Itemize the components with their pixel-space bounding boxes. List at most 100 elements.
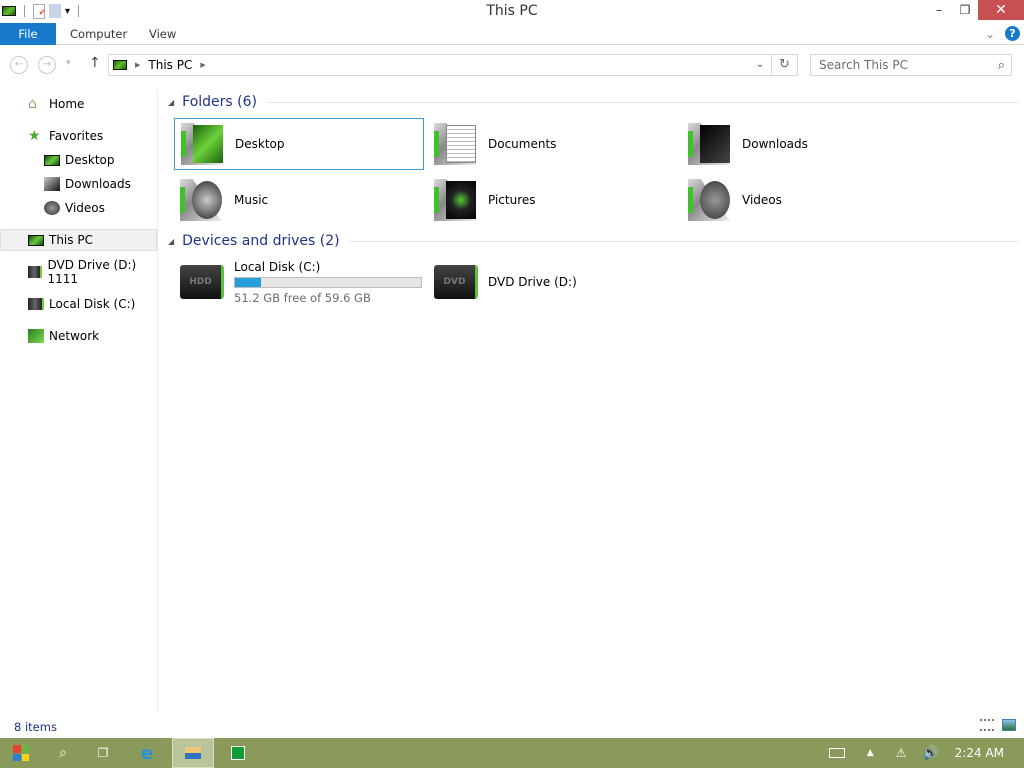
music-folder-icon	[178, 177, 224, 223]
address-bar[interactable]: ▶ This PC ▶ ⌄	[108, 54, 772, 76]
sidebar-item-favorites[interactable]: ★ Favorites	[0, 125, 157, 147]
folder-pictures[interactable]: Pictures	[428, 174, 678, 226]
sidebar-item-label: Home	[49, 97, 85, 111]
drive-name: DVD Drive (D:)	[488, 275, 577, 289]
navigation-pane: ⌂ Home ★ Favorites Desktop Downloads Vid…	[0, 90, 158, 712]
internet-explorer-icon[interactable]: e	[126, 738, 168, 768]
downloads-folder-icon	[686, 121, 732, 167]
search-input[interactable]	[819, 58, 979, 72]
star-icon: ★	[28, 128, 41, 144]
tab-computer[interactable]: Computer	[70, 23, 127, 45]
help-icon[interactable]: ?	[1005, 26, 1020, 41]
sidebar-item-desktop[interactable]: Desktop	[0, 149, 157, 171]
windows-logo-icon	[13, 745, 29, 761]
close-button[interactable]: ✕	[978, 0, 1024, 20]
system-tray: ▲ ⚠ 🔊 2:24 AM	[828, 738, 1024, 768]
group-header-devices[interactable]: ◢ Devices and drives (2)	[168, 233, 1018, 249]
home-icon: ⌂	[28, 96, 37, 112]
folder-name: Documents	[488, 137, 557, 151]
large-icons-view-icon[interactable]	[1002, 719, 1016, 731]
volume-icon[interactable]: 🔊	[922, 746, 938, 761]
breadcrumb-this-pc[interactable]: This PC	[148, 58, 192, 72]
window-title: This PC	[486, 3, 538, 19]
keyboard-icon[interactable]	[828, 748, 845, 758]
restore-button[interactable]: ❐	[952, 0, 978, 20]
navigation-bar: ← → ▾ ↑ ▶ This PC ▶ ⌄ ↻ ⌕	[0, 52, 1024, 78]
documents-folder-icon	[432, 121, 478, 167]
clock[interactable]: 2:24 AM	[955, 746, 1004, 760]
search-icon[interactable]: ⌕	[42, 738, 84, 768]
collapse-icon[interactable]: ◢	[168, 98, 174, 107]
group-title: Folders (6)	[182, 94, 257, 110]
drive-dvd[interactable]: DVD DVD Drive (D:)	[428, 256, 678, 308]
details-view-icon[interactable]	[980, 719, 994, 731]
sidebar-item-home[interactable]: ⌂ Home	[0, 93, 157, 115]
hdd-icon: HDD	[178, 259, 224, 305]
sidebar-item-downloads[interactable]: Downloads	[0, 173, 157, 195]
sidebar-item-label: DVD Drive (D:) 1111	[47, 258, 137, 286]
store-icon[interactable]	[217, 738, 259, 768]
sidebar-item-this-pc[interactable]: This PC	[0, 229, 157, 251]
desktop-folder-icon	[179, 121, 225, 167]
expand-ribbon-icon[interactable]: ⌄	[985, 27, 995, 41]
sidebar-item-label: Favorites	[49, 129, 104, 143]
title-bar: ✔ ▾ This PC – ❐ ✕	[0, 0, 1024, 22]
sidebar-item-dvd-drive[interactable]: DVD Drive (D:) 1111	[0, 258, 157, 286]
search-box[interactable]: ⌕	[810, 54, 1012, 76]
breadcrumb-arrow-icon[interactable]: ▶	[135, 61, 140, 69]
dvd-icon	[28, 266, 43, 278]
folder-videos[interactable]: Videos	[682, 174, 932, 226]
folder-name: Downloads	[742, 137, 808, 151]
ribbon: File Computer View ⌄ ?	[0, 23, 1024, 45]
address-dropdown-button[interactable]: ⌄	[749, 55, 771, 75]
network-icon	[28, 329, 44, 343]
start-button[interactable]	[0, 738, 42, 768]
folder-name: Pictures	[488, 193, 536, 207]
content-pane: ◢ Folders (6) Desktop Documents Download…	[160, 90, 1024, 710]
sidebar-item-label: Local Disk (C:)	[49, 297, 136, 311]
breadcrumb-arrow-icon[interactable]: ▶	[200, 61, 205, 69]
folder-downloads[interactable]: Downloads	[682, 118, 932, 170]
disk-icon	[28, 298, 44, 310]
collapse-icon[interactable]: ◢	[168, 237, 174, 246]
drive-free-space: 51.2 GB free of 59.6 GB	[234, 290, 371, 305]
desktop-icon	[44, 154, 60, 166]
refresh-button[interactable]: ↻	[772, 54, 798, 76]
file-explorer-icon[interactable]	[172, 738, 214, 768]
network-disconnected-icon[interactable]: ⚠	[896, 746, 907, 760]
pictures-folder-icon	[432, 177, 478, 223]
divider	[267, 101, 1018, 103]
sidebar-item-network[interactable]: Network	[0, 325, 157, 347]
recent-locations-button[interactable]: ▾	[66, 58, 71, 68]
folder-name: Music	[234, 193, 269, 207]
folder-desktop[interactable]: Desktop	[174, 118, 424, 170]
group-title: Devices and drives (2)	[182, 233, 340, 249]
folder-music[interactable]: Music	[174, 174, 424, 226]
sidebar-item-local-disk[interactable]: Local Disk (C:)	[0, 293, 157, 315]
drive-local-disk[interactable]: HDD Local Disk (C:) 51.2 GB free of 59.6…	[174, 256, 424, 308]
sidebar-item-label: This PC	[49, 233, 93, 247]
sidebar-item-label: Downloads	[65, 177, 131, 191]
folder-name: Desktop	[235, 137, 285, 151]
sidebar-item-videos[interactable]: Videos	[0, 197, 157, 219]
search-icon[interactable]: ⌕	[998, 58, 1005, 73]
drive-usage-bar	[234, 276, 422, 288]
pc-icon	[113, 60, 127, 70]
taskbar: ⌕ ❐ e ▲ ⚠ 🔊 2:24 AM	[0, 738, 1024, 768]
divider	[349, 240, 1018, 242]
tab-view[interactable]: View	[149, 23, 176, 45]
item-count: 8 items	[14, 720, 57, 734]
tab-file[interactable]: File	[0, 23, 56, 45]
status-bar: 8 items	[0, 716, 1024, 738]
sidebar-item-label: Desktop	[65, 153, 115, 167]
pc-icon	[28, 234, 44, 246]
drive-name: Local Disk (C:)	[234, 259, 321, 274]
forward-button[interactable]: →	[38, 56, 56, 74]
show-hidden-icons-icon[interactable]: ▲	[867, 748, 874, 758]
minimize-button[interactable]: –	[926, 0, 952, 20]
folder-documents[interactable]: Documents	[428, 118, 678, 170]
group-header-folders[interactable]: ◢ Folders (6)	[168, 94, 1018, 110]
back-button[interactable]: ←	[10, 56, 28, 74]
up-button[interactable]: ↑	[89, 55, 101, 71]
task-view-icon[interactable]: ❐	[82, 738, 124, 768]
